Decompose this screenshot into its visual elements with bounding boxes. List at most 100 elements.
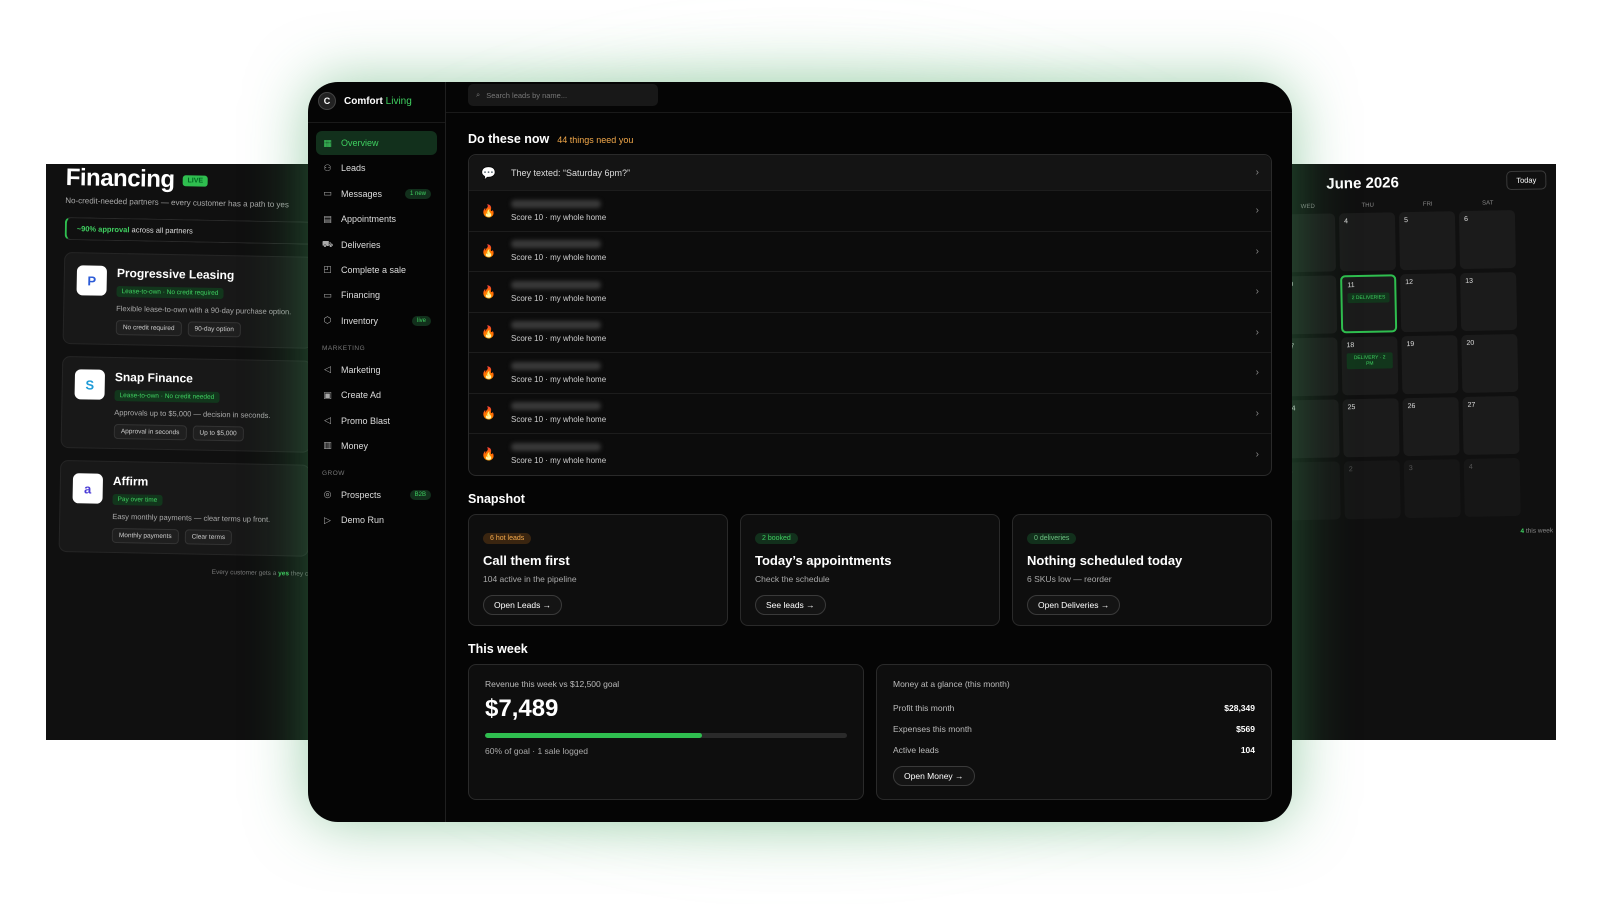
partner-body: Progressive Leasing Lease-to-own · No cre… [115,265,292,338]
brand[interactable]: C Comfort Living [308,90,445,123]
snapshot-button[interactable]: Open Deliveries → [1027,594,1121,615]
calendar-day[interactable]: 18 DELIVERY · 2 PM [1341,336,1399,396]
partner-card[interactable]: S Snap Finance Lease-to-own · No credit ne… [60,355,313,453]
speech-bubble-icon: 💬 [481,165,496,180]
money-card: Money at a glance (this month) Profit th… [876,663,1272,800]
sidebar-item-demo-run[interactable]: ▷ Demo Run [316,508,437,532]
sidebar-item-money[interactable]: ▥ Money [316,434,437,458]
snapshot-subtext: 104 active in the pipeline [483,573,577,584]
chart-icon: ▥ [323,440,332,451]
calendar-day[interactable]: 20 [1461,333,1519,394]
todo-row-lead[interactable]: 🔥 Score 10 · my whole home › [469,434,1271,475]
revenue-card: Revenue this week vs $12,500 goal $7,489… [468,663,864,800]
calendar-event[interactable]: DELIVERY · 2 PM [1346,352,1393,370]
chevron-right-icon: › [1255,326,1259,338]
partner-tag: Pay over time [112,493,163,506]
sidebar-item-label: Overview [341,138,379,148]
lead-meta: Score 10 · my whole home [511,415,607,425]
calendar-day[interactable]: 26 [1402,397,1460,457]
image-icon: ▣ [323,389,332,400]
todo-row-lead[interactable]: 🔥 Score 10 · my whole home › [469,191,1271,232]
snapshot-button[interactable]: Open Leads → [483,594,563,615]
partner-card[interactable]: a Affirm Pay over time Easy monthly payment… [58,459,311,557]
search-placeholder: Search leads by name... [486,90,568,100]
today-button[interactable]: Today [1506,170,1547,191]
day-number: 3 [1408,464,1413,473]
sidebar-item-label: Demo Run [341,515,385,526]
calendar-day[interactable]: 5 [1398,211,1456,271]
sidebar-item-leads[interactable]: ⚇ Leads [316,156,437,180]
todo-row-lead[interactable]: 🔥 Score 10 · my whole home › [469,232,1271,272]
todo-row-lead[interactable]: 🔥 Score 10 · my whole home › [469,394,1271,434]
sidebar-item-deliveries[interactable]: ⛟ Deliveries [316,233,437,257]
financing-title: Financing [65,164,175,194]
calendar-day[interactable]: 19 [1401,335,1459,395]
sidebar-item-messages[interactable]: ▭ Messages 1 new [316,182,437,206]
day-number: 6 [1463,215,1469,223]
sidebar-item-promo-blast[interactable]: ◁ Promo Blast [316,409,437,433]
nav-badge: B2B [409,489,431,500]
day-number: 27 [1467,401,1476,409]
brand-logo: C [318,92,336,110]
fire-icon: 🔥 [481,365,496,380]
day-number: 18 [1346,342,1355,350]
calendar-day[interactable]: 4 [1338,212,1397,272]
calendar-grid: 345610112 DELIVERIES12131718DELIVERY · 2… [1267,209,1556,521]
calendar-day[interactable]: 27 [1462,395,1520,456]
money-row: Profit this month $28,349 [893,703,1255,713]
snapshot-button[interactable]: See leads → [755,594,826,615]
sidebar-item-complete-a-sale[interactable]: ◰ Complete a sale [316,258,437,282]
lead-name-blurred [511,321,601,330]
money-row: Expenses this month $569 [893,724,1255,734]
sidebar-item-create-ad[interactable]: ▣ Create Ad [316,383,437,407]
sidebar-item-appointments[interactable]: ▤ Appointments [316,207,437,231]
financing-panel: Financing LIVE No-credit-needed partners… [46,164,336,740]
bag-icon: ◰ [323,264,332,275]
todo-row-lead[interactable]: 🔥 Score 10 · my whole home › [469,272,1271,313]
snapshot-cards: 6 hot leads Call them first 104 active in … [468,513,1272,626]
calendar-day[interactable]: 2 [1343,460,1401,520]
lead-meta: Score 10 · my whole home [511,374,607,384]
chevron-right-icon: › [1255,167,1259,178]
calendar-day[interactable]: 4 [1463,457,1521,518]
sidebar-item-prospects[interactable]: ◎ Prospects B2B [316,483,437,507]
partner-chip: Approval in seconds [113,423,187,441]
sidebar-item-label: Promo Blast [341,415,391,426]
calendar-day[interactable]: 11 2 DELIVERIES [1340,274,1398,334]
partner-card[interactable]: P Progressive Leasing Lease-to-own · No cr… [62,251,315,349]
snapshot-card: 0 deliveries Nothing scheduled today 6 SKU… [1012,513,1272,626]
calendar-day[interactable]: 3 [1403,459,1461,519]
lead-info: Score 10 · my whole home [511,361,1256,384]
calendar-day[interactable]: 6 [1458,209,1516,270]
nav-badge: 1 new [404,188,431,199]
calendar-event[interactable]: 2 DELIVERIES [1347,292,1390,304]
partner-name: Progressive Leasing [116,265,235,283]
sidebar-item-marketing[interactable]: ◁ Marketing [316,358,437,382]
snapshot-subtext: 6 SKUs low — reorder [1027,573,1112,584]
partner-description: Easy monthly payments — clear terms up f… [112,511,271,524]
todo-row-message[interactable]: 💬 They texted: “Saturday 6pm?” › [469,155,1271,191]
lead-info: Score 10 · my whole home [511,443,1256,465]
calendar-day[interactable]: 25 [1342,398,1400,458]
sidebar-item-inventory[interactable]: ⬡ Inventory live [316,309,437,333]
calendar-day[interactable]: 12 [1400,273,1458,333]
calendar-day[interactable]: 13 [1460,271,1518,332]
todo-row-lead[interactable]: 🔥 Score 10 · my whole home › [469,353,1271,394]
grow-section-label: GROW [322,469,345,477]
search-input[interactable]: ⌕ Search leads by name... [468,84,658,106]
app-window: C Comfort Living ▦ Overview ⚇ Leads ▭ Message… [308,82,1292,822]
lead-name-blurred [511,443,601,452]
sidebar-item-overview[interactable]: ▦ Overview [316,131,437,155]
calendar-day[interactable]: 1 [1283,461,1341,521]
fire-icon: 🔥 [481,325,496,340]
money-label: Expenses this month [893,723,972,734]
sidebar-item-financing[interactable]: ▭ Financing [316,283,437,307]
financing-footer: Every customer gets a yes they c [58,566,309,578]
lead-meta: Score 10 · my whole home [511,253,607,263]
day-number: 4 [1344,218,1349,226]
lead-info: Score 10 · my whole home [511,280,1256,303]
todo-row-lead[interactable]: 🔥 Score 10 · my whole home › [469,313,1271,353]
open-money-button[interactable]: Open Money → [893,765,975,786]
play-icon: ▷ [324,514,331,525]
fire-icon: 🔥 [481,447,496,462]
